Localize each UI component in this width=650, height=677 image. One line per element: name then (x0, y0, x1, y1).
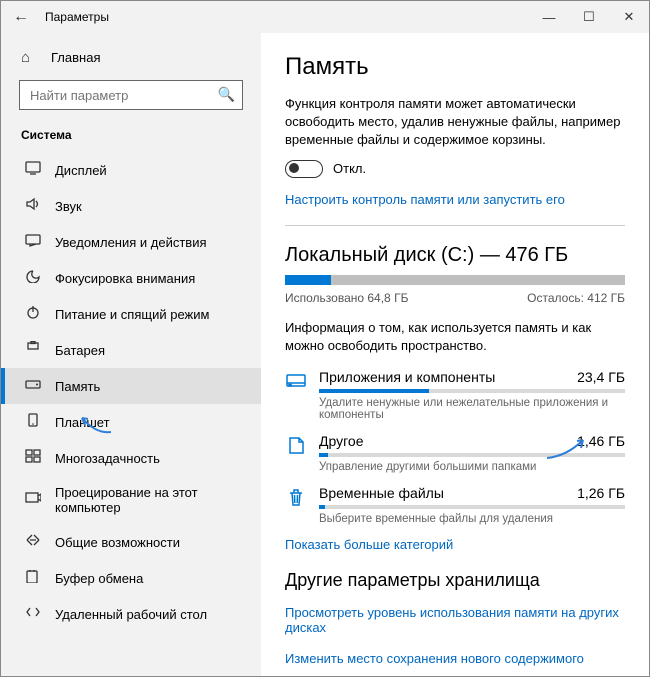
category-size: 23,4 ГБ (577, 369, 625, 385)
maximize-button[interactable]: ☐ (569, 9, 609, 25)
sidebar-item-label: Питание и спящий режим (55, 307, 209, 322)
disk-title: Локальный диск (C:) — 476 ГБ (285, 244, 625, 267)
sidebar-item-5[interactable]: Батарея (1, 332, 261, 368)
storage-category-0[interactable]: Приложения и компоненты 23,4 ГБ Удалите … (285, 369, 625, 421)
back-button[interactable]: ← (1, 8, 41, 26)
sidebar-item-label: Удаленный рабочий стол (55, 607, 207, 622)
nav-icon (25, 377, 41, 395)
sidebar-item-11[interactable]: Буфер обмена (1, 560, 261, 596)
sidebar-item-7[interactable]: Планшет (1, 404, 261, 440)
nav-icon (25, 533, 41, 551)
category-icon (285, 371, 307, 391)
nav-icon (25, 491, 41, 509)
category-name: Другое (319, 433, 363, 449)
category-icon (285, 487, 307, 507)
sidebar-section-label: Система (1, 124, 261, 152)
sidebar-item-9[interactable]: Проецирование на этот компьютер (1, 476, 261, 524)
view-other-drives-link[interactable]: Просмотреть уровень использования памяти… (285, 605, 625, 635)
close-button[interactable]: ✕ (609, 9, 649, 25)
home-icon: ⌂ (21, 49, 37, 66)
category-bar (319, 453, 625, 457)
sidebar-item-label: Уведомления и действия (55, 235, 207, 250)
divider (285, 225, 625, 226)
nav-icon (25, 233, 41, 251)
storage-sense-toggle[interactable] (285, 160, 323, 178)
category-name: Временные файлы (319, 485, 444, 501)
page-title: Память (285, 53, 625, 81)
category-icon (285, 435, 307, 455)
sidebar-item-label: Фокусировка внимания (55, 271, 195, 286)
sidebar-item-1[interactable]: Звук (1, 188, 261, 224)
sidebar-item-10[interactable]: Общие возможности (1, 524, 261, 560)
sidebar-item-label: Многозадачность (55, 451, 160, 466)
nav-icon (25, 305, 41, 323)
configure-storage-sense-link[interactable]: Настроить контроль памяти или запустить … (285, 192, 565, 207)
sidebar-item-label: Звук (55, 199, 82, 214)
sidebar-item-2[interactable]: Уведомления и действия (1, 224, 261, 260)
other-storage-title: Другие параметры хранилища (285, 570, 625, 591)
storage-category-2[interactable]: Временные файлы 1,26 ГБ Выберите временн… (285, 485, 625, 525)
category-size: 1,46 ГБ (577, 433, 625, 449)
disk-info-text: Информация о том, как используется памят… (285, 319, 625, 355)
sidebar-home[interactable]: ⌂ Главная (1, 43, 261, 76)
sidebar-home-label: Главная (51, 50, 100, 65)
storage-sense-description: Функция контроля памяти может автоматиче… (285, 95, 625, 150)
category-bar (319, 505, 625, 509)
window-title: Параметры (41, 10, 529, 24)
sidebar-item-label: Проецирование на этот компьютер (55, 485, 241, 515)
search-input[interactable] (19, 80, 243, 110)
sidebar-item-label: Батарея (55, 343, 105, 358)
nav-icon (25, 269, 41, 287)
sidebar-item-8[interactable]: Многозадачность (1, 440, 261, 476)
nav-icon (25, 197, 41, 215)
category-name: Приложения и компоненты (319, 369, 495, 385)
sidebar-item-label: Дисплей (55, 163, 107, 178)
category-hint: Управление другими большими папками (319, 461, 625, 473)
sidebar-item-6[interactable]: Память (1, 368, 261, 404)
sidebar-item-4[interactable]: Питание и спящий режим (1, 296, 261, 332)
disk-free-label: Осталось: 412 ГБ (527, 291, 625, 305)
category-hint: Выберите временные файлы для удаления (319, 513, 625, 525)
category-size: 1,26 ГБ (577, 485, 625, 501)
nav-icon (25, 413, 41, 431)
nav-icon (25, 161, 41, 179)
show-more-categories-link[interactable]: Показать больше категорий (285, 537, 453, 552)
titlebar: ← Параметры — ☐ ✕ (1, 1, 649, 33)
nav-icon (25, 341, 41, 359)
change-save-location-link[interactable]: Изменить место сохранения нового содержи… (285, 651, 625, 666)
category-hint: Удалите ненужные или нежелательные прило… (319, 397, 625, 421)
sidebar-item-label: Память (55, 379, 100, 394)
sidebar-item-label: Общие возможности (55, 535, 180, 550)
sidebar-item-label: Планшет (55, 415, 110, 430)
sidebar-item-3[interactable]: Фокусировка внимания (1, 260, 261, 296)
storage-category-1[interactable]: Другое 1,46 ГБ Управление другими больши… (285, 433, 625, 473)
category-bar (319, 389, 625, 393)
disk-usage-bar (285, 275, 625, 285)
search-icon: 🔍 (218, 86, 235, 103)
toggle-label: Откл. (333, 161, 366, 176)
minimize-button[interactable]: — (529, 10, 569, 25)
sidebar-item-label: Буфер обмена (55, 571, 143, 586)
sidebar-item-0[interactable]: Дисплей (1, 152, 261, 188)
search-box: 🔍 (19, 80, 243, 110)
content-area: Память Функция контроля памяти может авт… (261, 33, 649, 676)
sidebar-item-12[interactable]: Удаленный рабочий стол (1, 596, 261, 632)
nav-icon (25, 449, 41, 467)
disk-used-label: Использовано 64,8 ГБ (285, 291, 408, 305)
sidebar: ⌂ Главная 🔍 Система Дисплей Звук Уведомлен… (1, 33, 261, 676)
nav-icon (25, 569, 41, 587)
nav-icon (25, 605, 41, 623)
